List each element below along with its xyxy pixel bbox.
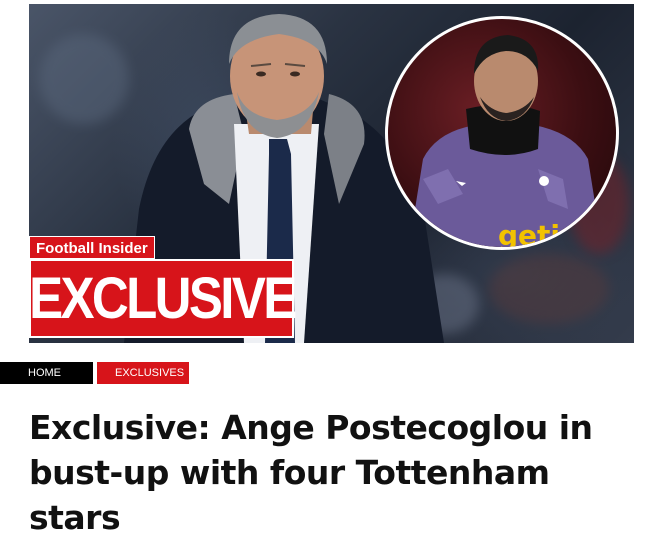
breadcrumb: HOME EXCLUSIVES	[0, 362, 189, 384]
player-inset-photo: geti	[385, 16, 619, 250]
exclusive-badge-text: EXCLUSIVE	[28, 265, 297, 331]
football-insider-label: Football Insider	[29, 236, 155, 259]
breadcrumb-home-link[interactable]: HOME	[0, 362, 93, 384]
breadcrumb-exclusives-link[interactable]: EXCLUSIVES	[97, 362, 189, 384]
exclusive-badge: EXCLUSIVE	[28, 259, 297, 338]
article-title: Exclusive: Ange Postecoglou in bust-up w…	[29, 408, 593, 537]
